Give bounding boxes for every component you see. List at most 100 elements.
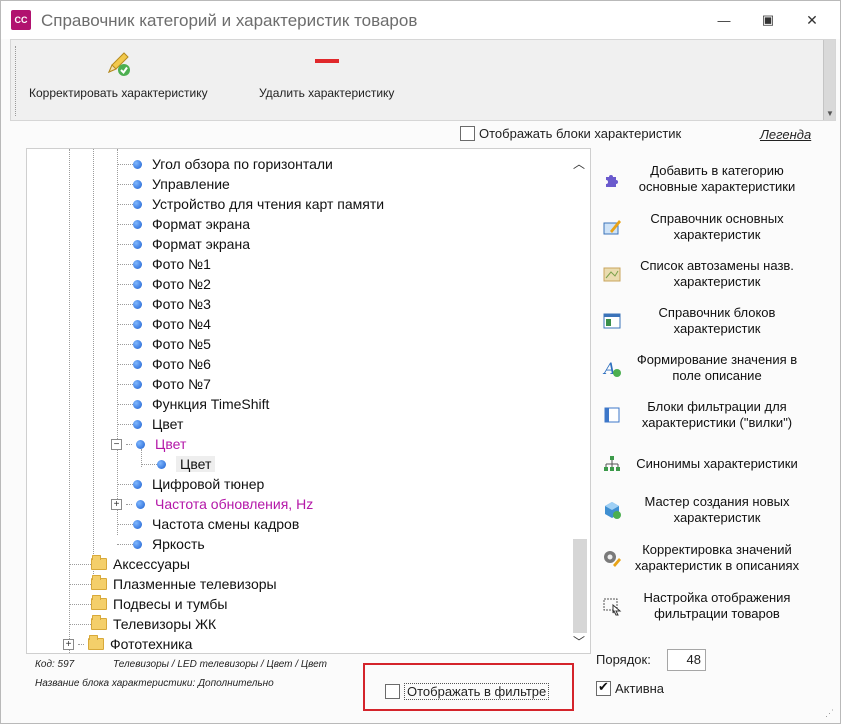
characteristic-dot-icon xyxy=(133,179,142,189)
characteristic-dot-icon xyxy=(133,279,142,289)
toolbar-grip[interactable] xyxy=(15,46,18,116)
tree-item[interactable]: Яркость xyxy=(133,534,205,554)
tree-item[interactable]: Аксессуары xyxy=(91,554,190,574)
tree-item-label: Фото №4 xyxy=(152,316,211,332)
show-blocks-option[interactable]: Отображать блоки характеристик xyxy=(460,126,681,141)
tree-item[interactable]: Цифровой тюнер xyxy=(133,474,264,494)
toolbar-overflow[interactable]: ▼ xyxy=(823,40,835,120)
tree-item[interactable]: Фото №1 xyxy=(133,254,211,274)
delete-characteristic-label: Удалить характеристику xyxy=(259,86,395,100)
map-icon xyxy=(601,263,623,285)
tree-item-label: Фото №1 xyxy=(152,256,211,272)
show-blocks-checkbox[interactable] xyxy=(460,126,475,141)
maximize-button[interactable]: ▣ xyxy=(755,9,781,31)
tree-item[interactable]: Фото №7 xyxy=(133,374,211,394)
tree-item-label: Цифровой тюнер xyxy=(152,476,265,492)
action-hierarchy[interactable]: Синонимы характеристики xyxy=(601,453,811,475)
action-panel[interactable]: Блоки фильтрации для характеристики ("ви… xyxy=(601,399,811,431)
tree-connector xyxy=(117,184,133,185)
tree-item[interactable]: Фото №2 xyxy=(133,274,211,294)
characteristic-dot-icon xyxy=(133,519,142,529)
tree-item[interactable]: Цвет xyxy=(157,454,216,474)
tree-item-label: Формат экрана xyxy=(152,216,250,232)
minimize-button[interactable]: — xyxy=(711,9,737,31)
tree-item[interactable]: Телевизоры ЖК xyxy=(91,614,216,634)
tree-item-label: Частота обновления, Hz xyxy=(155,496,314,512)
cube-add-icon xyxy=(601,499,623,521)
action-window[interactable]: Справочник блоков характеристик xyxy=(601,305,811,337)
tree-guide-line xyxy=(117,149,118,535)
tree-item[interactable]: Функция TimeShift xyxy=(133,394,269,414)
legend-link[interactable]: Легенда xyxy=(760,127,811,142)
block-name: Название блока характеристики: Дополните… xyxy=(35,678,274,689)
tree-item[interactable]: Плазменные телевизоры xyxy=(91,574,277,594)
show-blocks-label: Отображать блоки характеристик xyxy=(479,126,682,141)
tree-connector xyxy=(117,264,133,265)
tree-item[interactable]: Формат экрана xyxy=(133,234,250,254)
delete-characteristic-button[interactable]: Удалить характеристику xyxy=(259,46,394,100)
tree-connector xyxy=(117,424,133,425)
close-button[interactable]: ✕ xyxy=(799,9,825,31)
order-input[interactable]: 48 xyxy=(667,649,706,671)
expand-icon[interactable]: + xyxy=(63,638,74,650)
tree-item[interactable]: Управление xyxy=(133,174,230,194)
order-label: Порядок: xyxy=(596,652,651,667)
show-in-filter-option[interactable]: Отображать в фильтре xyxy=(385,683,550,700)
puzzle-icon xyxy=(601,168,623,190)
action-label: Добавить в категорию основные характерис… xyxy=(638,163,796,194)
tree-connector xyxy=(117,204,133,205)
tree-item[interactable]: − Цвет xyxy=(111,434,186,454)
hierarchy-icon xyxy=(601,453,623,475)
tree-item[interactable]: Фото №4 xyxy=(133,314,211,334)
folder-icon xyxy=(91,595,107,610)
characteristic-dot-icon xyxy=(133,339,142,349)
tree-item-label: Телевизоры ЖК xyxy=(113,616,217,632)
action-gear-edit[interactable]: Корректировка значений характеристик в о… xyxy=(601,542,811,574)
action-label: Корректировка значений характеристик в о… xyxy=(634,542,800,573)
scroll-down-icon[interactable]: ﹀ xyxy=(573,633,585,650)
characteristic-dot-icon xyxy=(133,399,142,409)
tree-item[interactable]: Частота смены кадров xyxy=(133,514,299,534)
action-select[interactable]: Настройка отображения фильтрации товаров xyxy=(601,590,811,622)
toolbar: Корректировать характеристику Удалить ха… xyxy=(10,39,836,121)
tree-connector xyxy=(117,304,133,305)
action-label: Формирование значения в поле описание xyxy=(636,352,798,383)
edit-characteristic-button[interactable]: Корректировать характеристику xyxy=(29,46,208,100)
tree-scrollbar[interactable]: ︿ ﹀ xyxy=(569,149,590,653)
action-cube-add[interactable]: Мастер создания новых характеристик xyxy=(601,494,811,526)
tree-item[interactable]: Подвесы и тумбы xyxy=(91,594,227,614)
action-edit-card[interactable]: Справочник основных характеристик xyxy=(601,211,811,243)
scroll-thumb[interactable] xyxy=(573,539,587,633)
characteristic-dot-icon xyxy=(133,239,142,249)
active-option[interactable]: Активна xyxy=(596,679,664,696)
tree-connector xyxy=(117,524,133,525)
tree-guide-line xyxy=(69,149,70,653)
action-map[interactable]: Список автозамены назв. характеристик xyxy=(601,258,811,290)
scroll-up-icon[interactable]: ︿ xyxy=(573,155,585,172)
tree-connector xyxy=(117,364,133,365)
tree-item[interactable]: Устройство для чтения карт памяти xyxy=(133,194,384,214)
edit-characteristic-label: Корректировать характеристику xyxy=(29,86,208,100)
tree-item[interactable]: + Частота обновления, Hz xyxy=(111,494,313,514)
tree-item[interactable]: + Фототехника xyxy=(63,634,192,653)
category-tree[interactable]: Угол обзора по горизонтали Управление Устр… xyxy=(26,148,591,654)
action-font-add[interactable]: A Формирование значения в поле описание xyxy=(601,352,811,384)
tree-item[interactable]: Фото №6 xyxy=(133,354,211,374)
expand-icon[interactable]: + xyxy=(111,498,122,510)
tree-item[interactable]: Фото №3 xyxy=(133,294,211,314)
active-checkbox[interactable] xyxy=(596,679,611,696)
tree-item[interactable]: Формат экрана xyxy=(133,214,250,234)
tree-item[interactable]: Цвет xyxy=(133,414,183,434)
resize-grip[interactable]: ⋰ xyxy=(825,708,834,719)
filter-highlight: Отображать в фильтре xyxy=(363,663,574,711)
characteristic-dot-icon xyxy=(133,479,142,489)
show-in-filter-checkbox[interactable] xyxy=(385,684,400,699)
tree-item[interactable]: Угол обзора по горизонтали xyxy=(133,154,333,174)
tree-item[interactable]: Фото №5 xyxy=(133,334,211,354)
title-bar: CC Справочник категорий и характеристик … xyxy=(1,1,840,39)
collapse-icon[interactable]: − xyxy=(111,438,122,450)
action-puzzle[interactable]: Добавить в категорию основные характерис… xyxy=(601,163,811,195)
tree-item-label: Фото №5 xyxy=(152,336,211,352)
gear-edit-icon xyxy=(601,547,623,569)
show-in-filter-label: Отображать в фильтре xyxy=(404,683,550,700)
